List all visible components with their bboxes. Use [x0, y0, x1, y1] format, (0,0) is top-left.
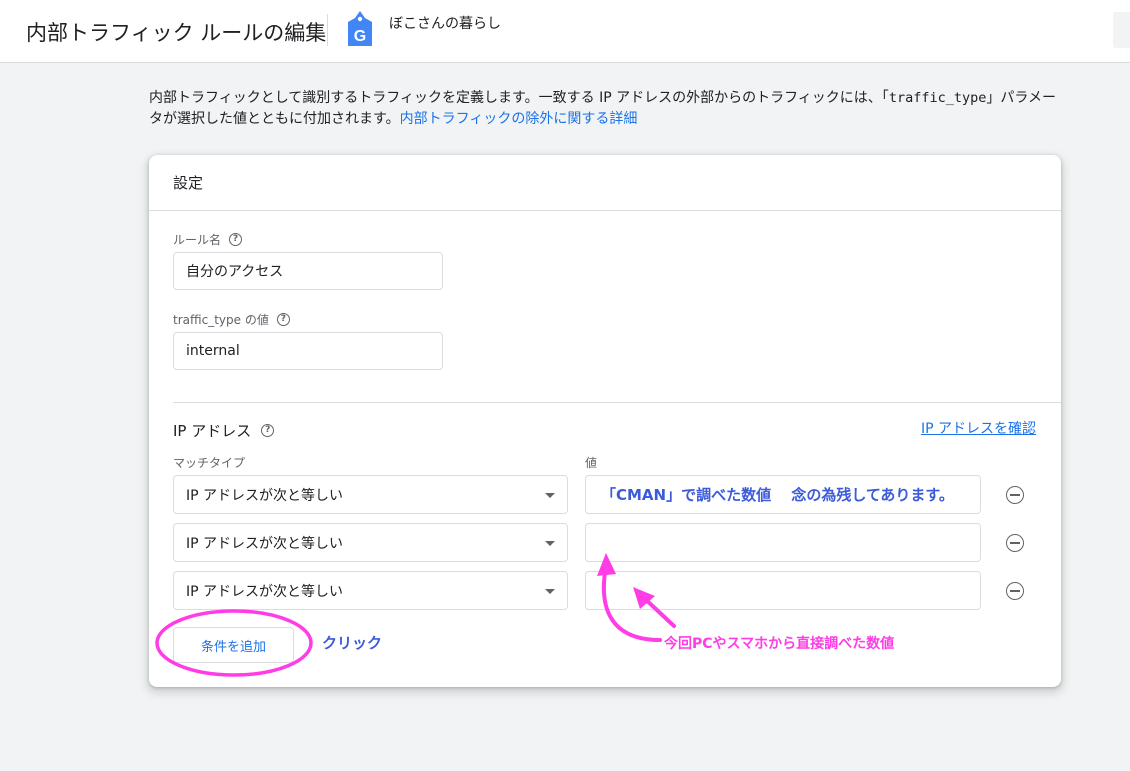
settings-card: 設定 ルール名 ? 自分のアクセス traffic_type の値 ? inte…	[149, 155, 1061, 687]
rule-name-label: ルール名 ?	[173, 231, 243, 248]
remove-circle-icon[interactable]	[1006, 534, 1024, 552]
learn-more-link[interactable]: 内部トラフィックの除外に関する詳細	[400, 111, 638, 127]
match-type-select[interactable]: IP アドレスが次と等しい	[173, 475, 568, 514]
match-type-select[interactable]: IP アドレスが次と等しい	[173, 571, 568, 610]
help-icon[interactable]: ?	[229, 233, 243, 246]
rule-name-value: 自分のアクセス	[186, 264, 284, 280]
traffic-type-label-text: traffic_type の値	[173, 313, 269, 327]
ip-value-input[interactable]	[585, 523, 981, 562]
match-type-value: IP アドレスが次と等しい	[186, 583, 344, 600]
card-divider	[149, 210, 1061, 211]
device-annotation: 今回PCやスマホから直接調べた数値	[664, 636, 895, 652]
help-icon[interactable]: ?	[276, 313, 290, 326]
section-divider	[173, 402, 1061, 403]
click-annotation: クリック	[322, 634, 383, 652]
ip-value-input[interactable]	[585, 571, 981, 610]
description-text-1: 内部トラフィックとして識別するトラフィックを定義します。一致する IP アドレス…	[149, 90, 889, 106]
traffic-type-input[interactable]: internal	[173, 332, 443, 370]
remove-circle-icon[interactable]	[1006, 582, 1024, 600]
page-title: 内部トラフィック ルールの編集	[26, 21, 327, 45]
tag-letter: G	[354, 28, 366, 45]
value-label: 値	[585, 456, 598, 470]
rule-name-label-text: ルール名	[173, 233, 222, 247]
match-type-value: IP アドレスが次と等しい	[186, 487, 344, 504]
ip-section-title: IP アドレス ?	[173, 420, 275, 441]
rule-name-input[interactable]: 自分のアクセス	[173, 252, 443, 290]
cman-annotation: 「CMAN」で調べた数値 念の為残してあります。	[601, 486, 954, 504]
traffic-type-code: traffic_type	[888, 90, 987, 106]
dropdown-arrow-icon	[545, 589, 555, 594]
match-type-label: マッチタイプ	[173, 456, 246, 470]
match-type-value: IP アドレスが次と等しい	[186, 535, 344, 552]
property-name[interactable]: ぼこさんの暮らし	[389, 13, 501, 33]
remove-circle-icon[interactable]	[1006, 486, 1024, 504]
add-condition-button[interactable]: 条件を追加	[173, 627, 294, 663]
traffic-type-value: internal	[186, 343, 240, 359]
topbar-action-button[interactable]	[1113, 12, 1130, 48]
title-divider	[327, 14, 328, 46]
verify-ip-link[interactable]: IP アドレスを確認	[921, 418, 1036, 438]
dropdown-arrow-icon	[545, 493, 555, 498]
ip-section-title-text: IP アドレス	[173, 422, 252, 440]
card-title: 設定	[173, 174, 204, 192]
help-icon[interactable]: ?	[261, 424, 275, 437]
match-type-select[interactable]: IP アドレスが次と等しい	[173, 523, 568, 562]
dropdown-arrow-icon	[545, 541, 555, 546]
analytics-tag-icon: G	[346, 10, 374, 48]
traffic-type-label: traffic_type の値 ?	[173, 311, 290, 328]
description: 内部トラフィックとして識別するトラフィックを定義します。一致する IP アドレス…	[149, 88, 1059, 130]
top-app-bar: 内部トラフィック ルールの編集 G ぼこさんの暮らし	[0, 0, 1130, 63]
